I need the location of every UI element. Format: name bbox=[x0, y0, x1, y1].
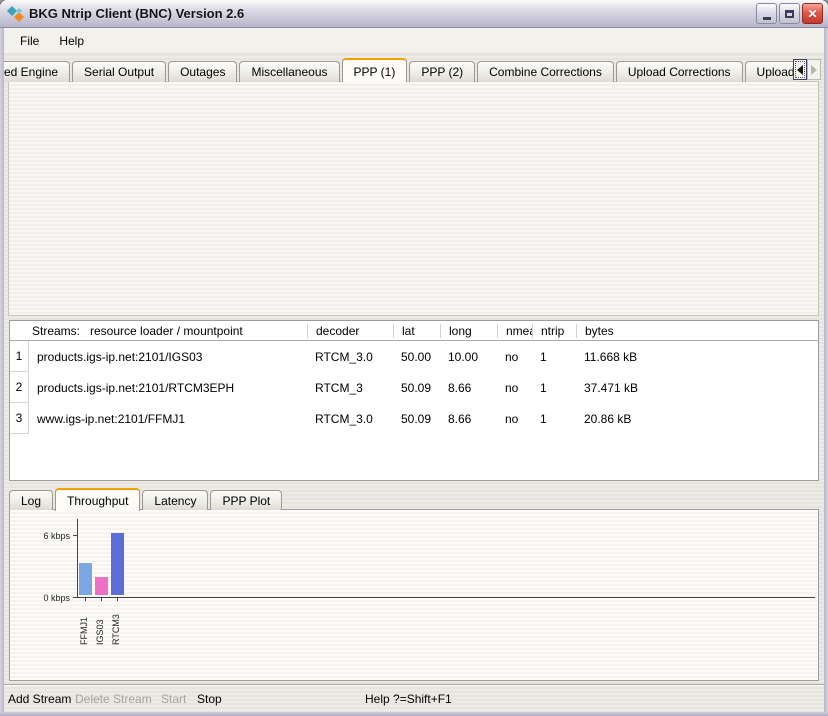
cell-decoder: RTCM_3 bbox=[307, 381, 393, 395]
tab-scrollers bbox=[793, 59, 821, 80]
category-label-igs03: IGS03 bbox=[95, 603, 105, 645]
header-bytes[interactable]: bytes bbox=[576, 324, 818, 338]
row-number: 2 bbox=[10, 372, 29, 403]
cell-bytes: 11.668 kB bbox=[576, 350, 818, 364]
tab-upload-ephemeris[interactable]: Upload Ephemeris bbox=[745, 61, 798, 82]
x-tick-mark bbox=[117, 598, 118, 601]
table-row[interactable]: 3 www.igs-ip.net:2101/FFMJ1 RTCM_3.0 50.… bbox=[10, 403, 818, 434]
menu-help[interactable]: Help bbox=[49, 31, 94, 51]
header-long[interactable]: long bbox=[440, 324, 497, 338]
minimize-icon bbox=[763, 17, 771, 20]
tab-throughput[interactable]: Throughput bbox=[55, 488, 140, 511]
row-number: 1 bbox=[10, 341, 29, 372]
close-icon: ✕ bbox=[807, 8, 817, 20]
row-number: 3 bbox=[10, 403, 29, 434]
cell-long: 8.66 bbox=[440, 412, 497, 426]
cell-lat: 50.09 bbox=[393, 412, 440, 426]
menu-file[interactable]: File bbox=[10, 31, 49, 51]
arrow-left-icon bbox=[797, 65, 803, 75]
table-row[interactable]: 1 products.igs-ip.net:2101/IGS03 RTCM_3.… bbox=[10, 341, 818, 372]
throughput-plot: 6 kbps 0 kbps FFMJ1 IGS03 RTCM3 bbox=[9, 509, 819, 681]
maximize-button[interactable] bbox=[779, 3, 800, 24]
header-decoder[interactable]: decoder bbox=[307, 324, 393, 338]
y-axis bbox=[77, 519, 78, 598]
cell-nmea: no bbox=[497, 350, 532, 364]
header-mountpoint[interactable]: Streams: resource loader / mountpoint bbox=[10, 324, 307, 338]
category-label-rtcm3: RTCM3 bbox=[111, 603, 121, 645]
window-title: BKG Ntrip Client (BNC) Version 2.6 bbox=[29, 6, 754, 21]
header-ntrip[interactable]: ntrip bbox=[532, 324, 576, 338]
tab-miscellaneous[interactable]: Miscellaneous bbox=[239, 61, 339, 82]
cell-nmea: no bbox=[497, 381, 532, 395]
tab-ppp-plot[interactable]: PPP Plot bbox=[210, 490, 282, 510]
stop-button[interactable]: Stop bbox=[197, 692, 222, 706]
cell-decoder: RTCM_3.0 bbox=[307, 350, 393, 364]
tab-scroll-left-button[interactable] bbox=[793, 59, 807, 80]
x-tick-mark bbox=[85, 598, 86, 601]
x-tick-mark bbox=[101, 598, 102, 601]
ytick-top-label: 6 kbps bbox=[26, 531, 70, 541]
bar-ffmj1 bbox=[79, 563, 92, 595]
top-tab-bar: ed Engine Serial Output Outages Miscella… bbox=[4, 56, 798, 82]
streams-table: Streams: resource loader / mountpoint de… bbox=[9, 320, 819, 481]
add-stream-button[interactable]: Add Stream bbox=[8, 692, 71, 706]
window-resize-bottom[interactable] bbox=[0, 712, 828, 716]
cell-lat: 50.09 bbox=[393, 381, 440, 395]
bottom-button-bar: Add Stream Delete Stream Start Stop Help… bbox=[0, 684, 828, 712]
close-button[interactable]: ✕ bbox=[802, 3, 823, 24]
cell-decoder: RTCM_3.0 bbox=[307, 412, 393, 426]
cell-bytes: 37.471 kB bbox=[576, 381, 818, 395]
tab-ppp-2[interactable]: PPP (2) bbox=[409, 61, 475, 82]
cell-long: 8.66 bbox=[440, 381, 497, 395]
cell-ntrip: 1 bbox=[532, 350, 576, 364]
tab-feed-engine[interactable]: ed Engine bbox=[4, 61, 70, 82]
category-label-ffmj1: FFMJ1 bbox=[79, 603, 89, 645]
bottom-tab-bar: Log Throughput Latency PPP Plot bbox=[9, 487, 284, 510]
tab-upload-corrections[interactable]: Upload Corrections bbox=[616, 61, 743, 82]
help-shortcut-text: Help ?=Shift+F1 bbox=[365, 692, 452, 706]
header-nmea[interactable]: nmea bbox=[497, 324, 532, 338]
cell-ntrip: 1 bbox=[532, 412, 576, 426]
cell-mountpoint: products.igs-ip.net:2101/IGS03 bbox=[29, 350, 307, 364]
bar-rtcm3 bbox=[111, 533, 124, 595]
cell-lat: 50.00 bbox=[393, 350, 440, 364]
cell-ntrip: 1 bbox=[532, 381, 576, 395]
cell-nmea: no bbox=[497, 412, 532, 426]
title-bar[interactable]: BKG Ntrip Client (BNC) Version 2.6 ✕ bbox=[0, 0, 828, 28]
bar-igs03 bbox=[95, 577, 108, 595]
bnc-application-window: BKG Ntrip Client (BNC) Version 2.6 ✕ Fil… bbox=[0, 0, 828, 716]
cell-mountpoint: www.igs-ip.net:2101/FFMJ1 bbox=[29, 412, 307, 426]
ytick-bottom-label: 0 kbps bbox=[26, 593, 70, 603]
streams-table-header: Streams: resource loader / mountpoint de… bbox=[10, 321, 818, 341]
table-row[interactable]: 2 products.igs-ip.net:2101/RTCM3EPH RTCM… bbox=[10, 372, 818, 403]
tab-outages[interactable]: Outages bbox=[168, 61, 237, 82]
delete-stream-button[interactable]: Delete Stream bbox=[75, 692, 152, 706]
start-button[interactable]: Start bbox=[161, 692, 186, 706]
ppp-panel-page bbox=[8, 81, 819, 316]
cell-bytes: 20.86 kB bbox=[576, 412, 818, 426]
maximize-icon bbox=[785, 10, 794, 18]
cell-mountpoint: products.igs-ip.net:2101/RTCM3EPH bbox=[29, 381, 307, 395]
tab-combine-corrections[interactable]: Combine Corrections bbox=[477, 61, 614, 82]
app-icon bbox=[7, 6, 25, 22]
minimize-button[interactable] bbox=[756, 3, 777, 24]
cell-long: 10.00 bbox=[440, 350, 497, 364]
x-axis bbox=[77, 597, 815, 598]
tab-serial-output[interactable]: Serial Output bbox=[72, 61, 166, 82]
window-resize-left[interactable] bbox=[0, 28, 4, 716]
tab-latency[interactable]: Latency bbox=[142, 490, 208, 510]
arrow-right-icon bbox=[811, 65, 817, 75]
menu-bar: File Help bbox=[4, 28, 824, 54]
tab-log[interactable]: Log bbox=[9, 490, 53, 510]
tab-ppp-1[interactable]: PPP (1) bbox=[342, 58, 408, 82]
window-resize-right[interactable] bbox=[824, 28, 828, 716]
tab-scroll-right-button[interactable] bbox=[807, 59, 821, 80]
header-lat[interactable]: lat bbox=[393, 324, 440, 338]
